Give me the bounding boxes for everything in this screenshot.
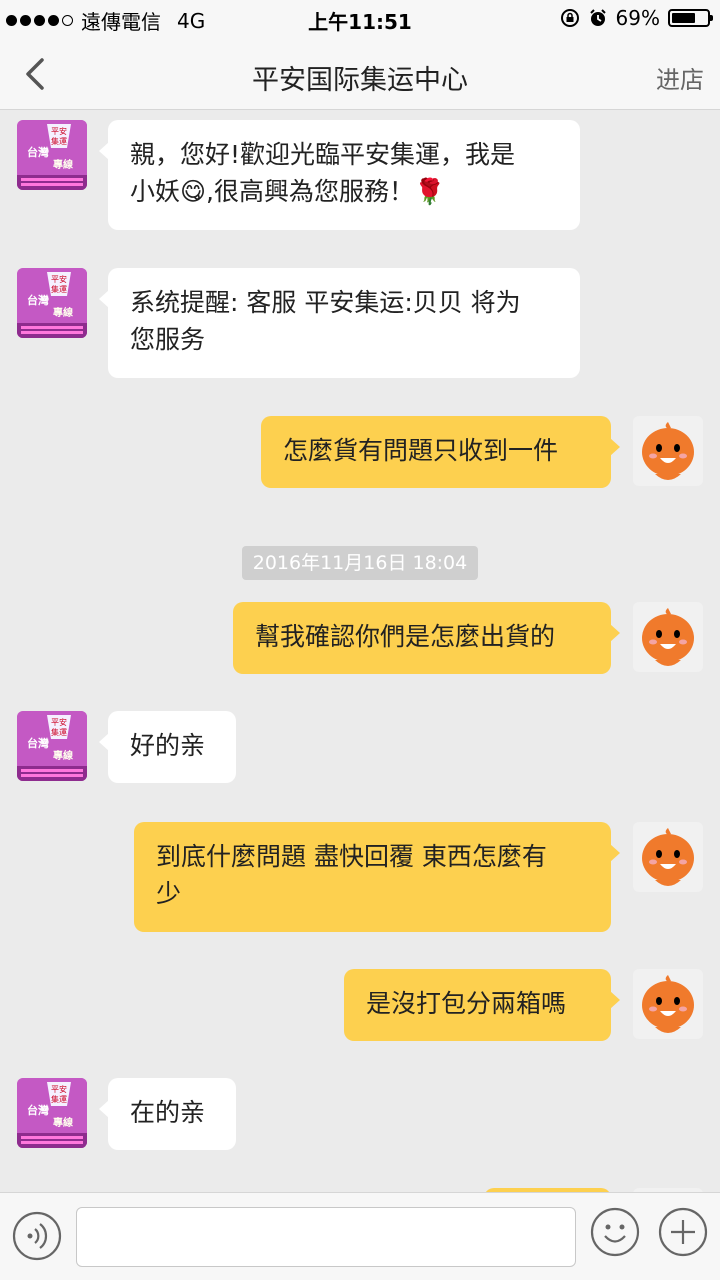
shop-avatar[interactable]: 平安 集運 台灣 專線	[17, 1078, 87, 1148]
voice-icon	[12, 1211, 62, 1261]
user-avatar[interactable]	[633, 969, 703, 1039]
shop-avatar[interactable]: 平安 集運 台灣 專線	[17, 268, 87, 338]
message-bubble-incoming[interactable]: 系统提醒: 客服 平安集运:贝贝 将为 您服务	[99, 268, 580, 378]
message-bubble-outgoing[interactable]: 到底什麼問題 盡快回覆 東西怎麼有 少	[134, 822, 620, 932]
emoji-icon	[590, 1207, 640, 1257]
alarm-icon	[589, 9, 606, 26]
battery-percent: 69%	[615, 6, 660, 30]
message-bubble-incoming[interactable]: 親，您好!歡迎光臨平安集運，我是 小妖😋,很高興為您服務！🌹	[99, 120, 580, 230]
svg-text:專線: 專線	[53, 749, 73, 762]
shop-logo-icon: 平安 集運 台灣 專線	[17, 1078, 87, 1148]
svg-text:台灣: 台灣	[27, 145, 49, 159]
mascot-avatar-icon	[642, 975, 694, 1033]
svg-text:專線: 專線	[53, 1116, 73, 1129]
mascot-avatar-icon	[642, 422, 694, 480]
input-bar	[0, 1192, 720, 1280]
svg-text:台灣: 台灣	[27, 1103, 49, 1117]
svg-text:集運: 集運	[51, 284, 67, 294]
chat-title: 平安国际集运中心	[252, 65, 468, 96]
shop-avatar[interactable]: 平安 集運 台灣 專線	[17, 711, 87, 781]
svg-text:平安: 平安	[51, 717, 67, 727]
message-bubble-outgoing[interactable]: 是沒打包分兩箱嗎	[344, 969, 620, 1041]
emoji-button[interactable]	[590, 1207, 640, 1257]
user-avatar[interactable]	[633, 602, 703, 672]
svg-text:平安: 平安	[51, 126, 67, 136]
svg-text:平安: 平安	[51, 1084, 67, 1094]
message-input[interactable]	[76, 1207, 576, 1267]
status-bar: 遠傳電信 4G 上午11:51 69%	[0, 0, 720, 38]
message-bubble-outgoing[interactable]: 怎麼貨有問題只收到一件	[261, 416, 620, 488]
svg-text:平安: 平安	[51, 274, 67, 284]
svg-text:台灣: 台灣	[27, 293, 49, 307]
svg-text:集運: 集運	[51, 1094, 67, 1104]
battery-icon	[668, 9, 713, 27]
mascot-avatar-icon	[642, 828, 694, 886]
svg-text:台灣: 台灣	[27, 736, 49, 750]
svg-text:專線: 專線	[53, 306, 73, 319]
plus-icon	[658, 1207, 708, 1257]
svg-text:專線: 專線	[53, 158, 73, 171]
user-avatar[interactable]	[633, 416, 703, 486]
message-bubble-incoming[interactable]: 在的亲	[99, 1078, 236, 1150]
user-avatar[interactable]	[633, 822, 703, 892]
shop-avatar[interactable]: 平安 集運 台灣 專線	[17, 120, 87, 190]
shop-logo-icon: 平安 集運 台灣 專線	[17, 711, 87, 781]
shop-logo-icon: 平安 集運 台灣 專線	[17, 120, 87, 190]
more-button[interactable]	[658, 1207, 708, 1257]
nav-bar: 平安国际集运中心 进店	[0, 38, 720, 110]
shop-logo-icon: 平安 集運 台灣 專線	[17, 268, 87, 338]
svg-text:集運: 集運	[51, 727, 67, 737]
message-timestamp: 2016年11月16日 18:04	[242, 546, 478, 580]
mascot-avatar-icon	[642, 608, 694, 666]
svg-text:集運: 集運	[51, 136, 67, 146]
message-bubble-incoming[interactable]: 好的亲	[99, 711, 236, 783]
rotation-lock-icon	[560, 9, 579, 27]
chat-list[interactable]: 平安 集運 台灣 專線 親，您好!歡迎光臨平安集運，我是 小妖😋,很高興為您服務…	[0, 110, 720, 1192]
status-right: 69%	[560, 6, 713, 30]
voice-button[interactable]	[12, 1211, 62, 1261]
message-bubble-outgoing[interactable]: 幫我確認你們是怎麼出貨的	[233, 602, 620, 674]
enter-shop-link[interactable]: 进店	[656, 60, 704, 95]
